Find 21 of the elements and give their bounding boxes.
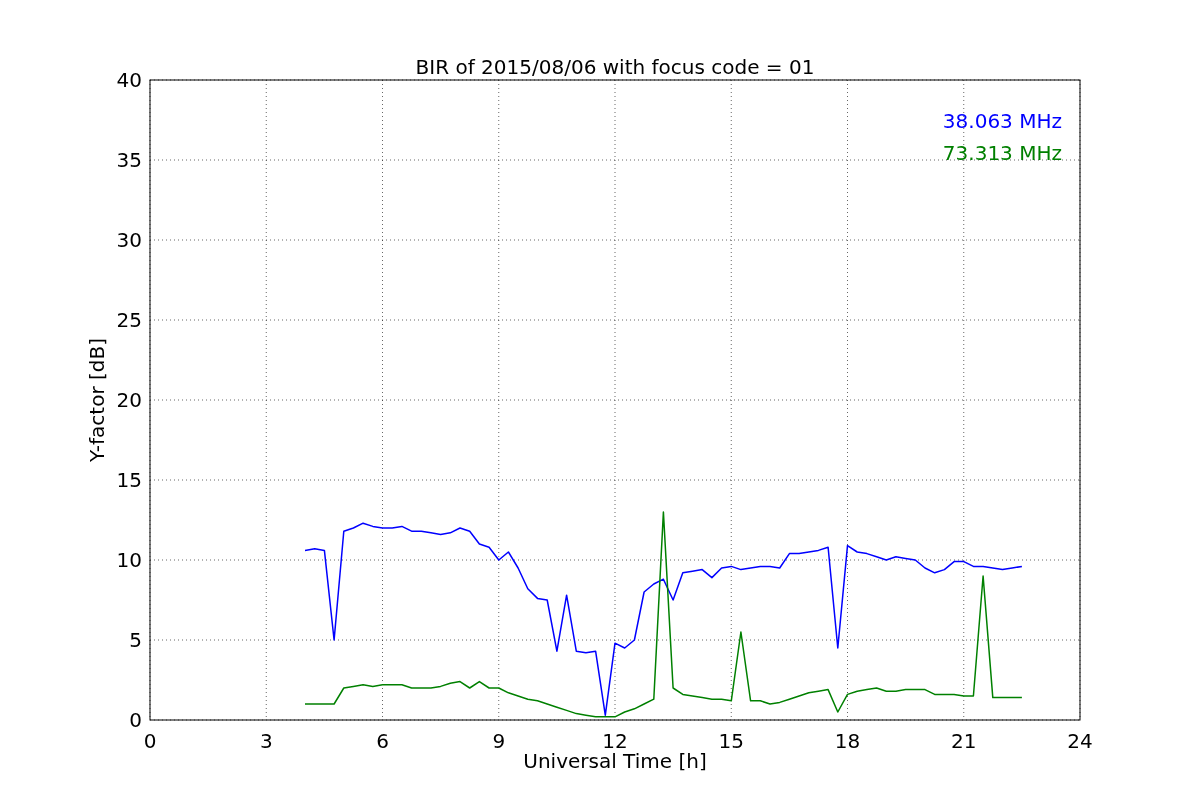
y-tick-label: 0: [129, 708, 142, 732]
y-tick-label: 5: [129, 628, 142, 652]
x-tick-label: 18: [834, 729, 861, 753]
y-tick-label: 20: [116, 388, 142, 412]
x-tick-label: 24: [1067, 729, 1093, 753]
y-tick-label: 35: [116, 148, 142, 172]
y-tick-label: 30: [116, 228, 142, 252]
y-tick-label: 25: [116, 308, 142, 332]
y-tick-label: 40: [116, 68, 142, 92]
x-tick-label: 3: [259, 729, 273, 753]
y-tick-label: 15: [116, 468, 142, 492]
legend-label: 38.063 MHz: [942, 109, 1062, 133]
x-tick-label: 15: [718, 729, 744, 753]
x-tick-label: 0: [143, 729, 157, 753]
y-axis-label: Y-factor [dB]: [85, 338, 109, 462]
x-tick-label: 21: [951, 729, 977, 753]
x-tick-label: 6: [376, 729, 389, 753]
legend-label: 73.313 MHz: [942, 141, 1062, 165]
y-tick-label: 10: [116, 548, 142, 572]
chart-title: BIR of 2015/08/06 with focus code = 01: [415, 55, 815, 79]
x-tick-label: 9: [492, 729, 506, 753]
